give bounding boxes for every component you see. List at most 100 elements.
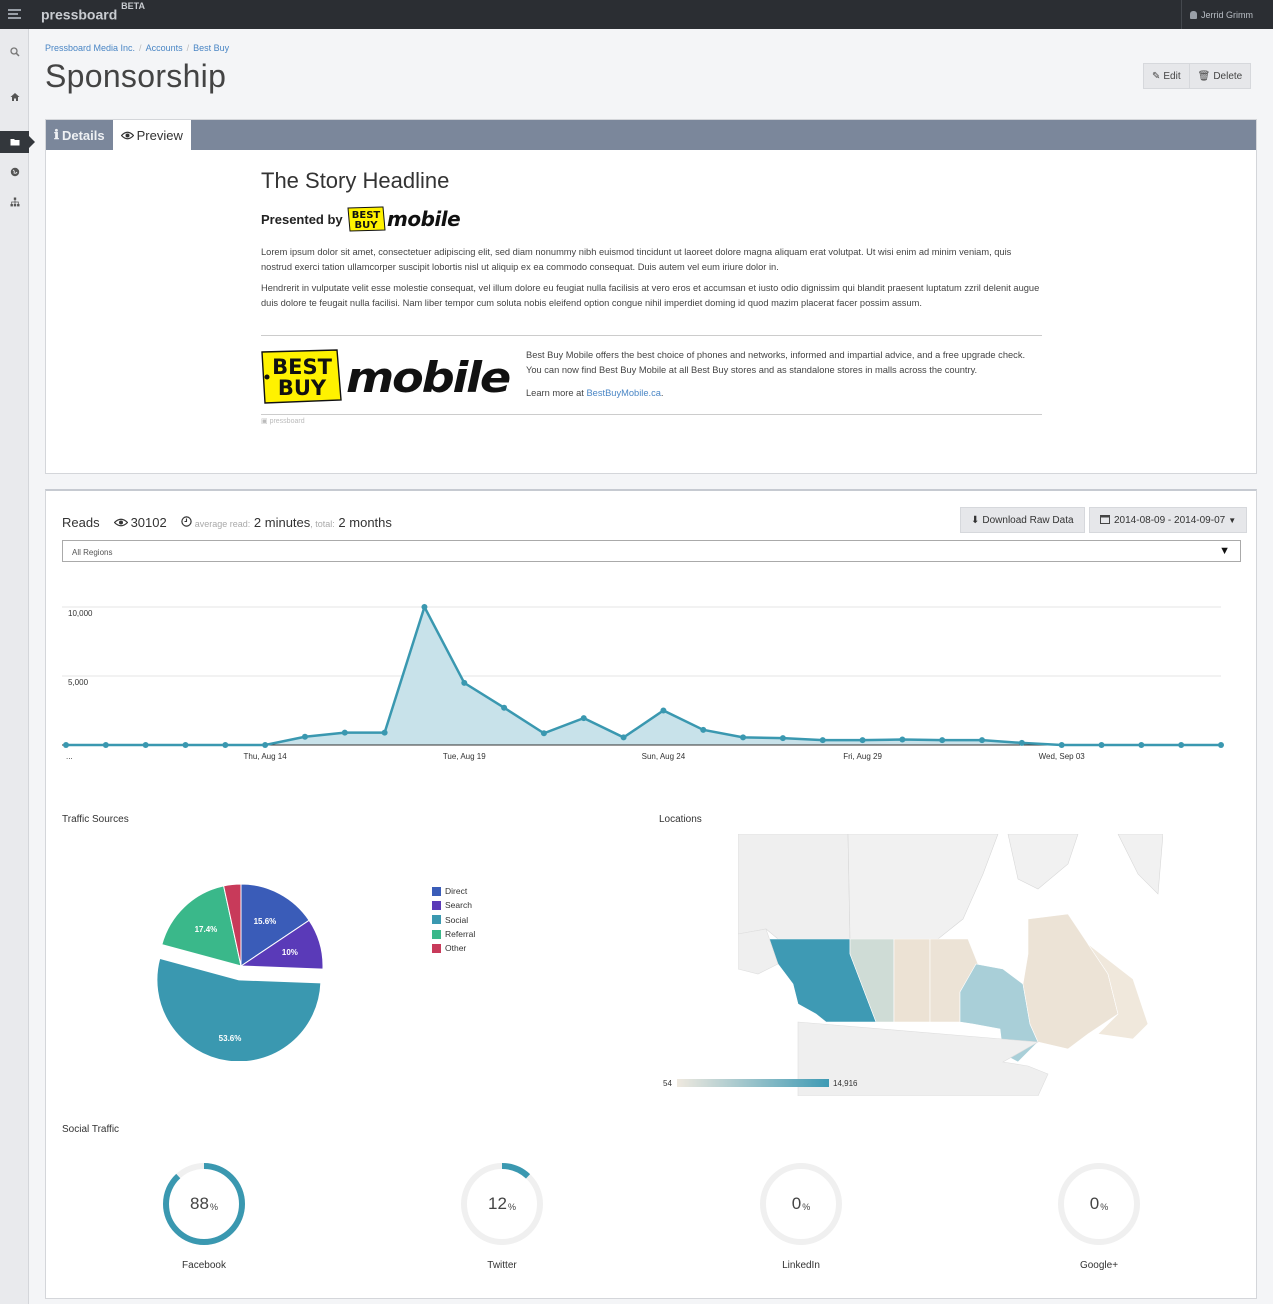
sidebar-item-globe[interactable] (0, 161, 29, 183)
social-facebook: 88% Facebook (159, 1161, 249, 1271)
legend-label: Search (445, 900, 472, 911)
sidebar-item-search[interactable] (0, 41, 29, 63)
beta-badge: BETA (121, 1, 145, 11)
svg-text:BUY: BUY (278, 376, 327, 400)
y-tick-label: 5,000 (68, 678, 89, 687)
social-percent: 0% (791, 1194, 811, 1213)
pie-slice-social (156, 957, 322, 1061)
data-point (421, 604, 428, 610)
presented-by: Presented by BEST BUY mobile (261, 205, 1041, 233)
x-tick-label: Wed, Sep 03 (1039, 752, 1086, 761)
reads-label: Reads (62, 515, 100, 530)
legend-swatch (432, 886, 441, 896)
page-title: Sponsorship (45, 58, 227, 94)
data-point (580, 715, 587, 722)
eye-icon (120, 128, 134, 143)
scale-max-label: 14,916 (833, 1079, 858, 1088)
map-sask (893, 938, 931, 1023)
best-buy-mobile-logo: BEST BUY mobile (261, 349, 512, 404)
story-headline: The Story Headline (261, 168, 450, 193)
reads-chart: 5,000 10,000... Thu, Aug 14 Tue, Aug 19 Sun,… (62, 603, 1224, 761)
breadcrumb-company[interactable]: Pressboard Media Inc. (45, 43, 135, 53)
user-icon (1190, 11, 1197, 19)
data-point (341, 729, 348, 736)
color-scale-bar (677, 1079, 829, 1087)
y-tick-label: 10,000 (68, 609, 93, 618)
globe-icon (10, 167, 19, 177)
social-percent: 0% (1089, 1194, 1109, 1213)
data-point (182, 742, 189, 748)
data-point (501, 704, 508, 711)
story-preview: The Story Headline Presented by BEST BUY… (261, 168, 1041, 311)
locations-map (738, 834, 1163, 1096)
scale-min-label: 54 (663, 1079, 672, 1088)
x-tick-label: Fri, Aug 29 (843, 752, 882, 761)
delete-button[interactable]: 🗑 Delete (1189, 63, 1252, 89)
social-twitter: 12% Twitter (457, 1161, 547, 1271)
breadcrumb: Pressboard Media Inc. / Accounts / Best Buy (45, 43, 230, 53)
legend-swatch (432, 943, 441, 953)
legend-item-other: Other (432, 941, 475, 955)
sidebar-item-sitemap[interactable] (0, 191, 29, 213)
caret-down-icon: ▼ (1228, 515, 1237, 525)
tab-bar: ℹ Details Preview (46, 120, 1256, 150)
data-point (102, 742, 109, 748)
locations-title: Locations (659, 814, 702, 825)
data-point (540, 730, 547, 737)
eye-icon (113, 515, 128, 530)
social-traffic-title: Social Traffic (62, 1124, 120, 1135)
user-menu[interactable]: Jerrid Grimm (1181, 0, 1273, 29)
total-value: 2 months (338, 515, 392, 530)
sitemap-icon (10, 197, 19, 207)
trash-icon: 🗑 (1197, 70, 1211, 82)
social-linkedin: 0% LinkedIn (756, 1161, 846, 1271)
sponsor-link[interactable]: BestBuyMobile.ca (586, 388, 660, 398)
traffic-sources-legend: Direct Search Social Referral Other (432, 884, 475, 955)
social-label: Google+ (1079, 1260, 1119, 1271)
data-point (859, 737, 866, 744)
calendar-icon (1100, 514, 1110, 527)
social-ring: 0% (1056, 1161, 1142, 1247)
legend-label: Social (445, 914, 469, 925)
sidebar-item-folder[interactable] (0, 131, 35, 153)
brand-logo[interactable]: pressboard BETA (41, 1, 145, 23)
tab-preview[interactable]: Preview (112, 120, 191, 150)
data-point (1178, 742, 1185, 748)
data-point (939, 737, 946, 744)
social-label: Facebook (182, 1260, 226, 1271)
legend-item-direct: Direct (432, 884, 475, 898)
pie-label: 17.4% (195, 925, 218, 934)
svg-text:BUY: BUY (354, 220, 378, 231)
tab-details[interactable]: ℹ Details (46, 120, 113, 150)
sidebar-item-home[interactable] (0, 86, 29, 108)
data-point (381, 729, 388, 736)
social-label: LinkedIn (782, 1260, 820, 1271)
x-tick-label: Thu, Aug 14 (244, 752, 288, 761)
region-select[interactable]: All Regions ▼ (62, 540, 1241, 562)
home-icon (10, 93, 19, 101)
breadcrumb-accounts[interactable]: Accounts (146, 43, 183, 53)
top-bar: pressboard BETA Jerrid Grimm (0, 0, 1273, 29)
best-buy-mobile-logo-small: BEST BUY mobile (347, 205, 465, 233)
data-point (620, 734, 627, 741)
legend-swatch (432, 929, 441, 939)
page-actions: ✎ Edit 🗑 Delete (1143, 63, 1252, 89)
x-tick-label: ... (66, 752, 73, 761)
data-point (63, 742, 69, 748)
preview-panel: ℹ Details Preview The Story Headline Pres… (45, 119, 1257, 474)
breadcrumb-account[interactable]: Best Buy (193, 43, 229, 53)
pie-label: 53.6% (219, 1034, 242, 1043)
pressboard-watermark: ▣ pressboard (261, 418, 305, 425)
edit-button[interactable]: ✎ Edit (1143, 63, 1190, 89)
hamburger-menu-icon[interactable] (8, 9, 21, 21)
social-ring: 12% (459, 1161, 545, 1247)
date-range-picker[interactable]: 2014-08-09 - 2014-09-07 ▼ (1089, 507, 1248, 533)
svg-text:mobile: mobile (387, 207, 460, 231)
data-point (1098, 742, 1105, 748)
download-raw-data-button[interactable]: ⬇ Download Raw Data (960, 507, 1085, 533)
search-icon (9, 47, 20, 57)
data-point (222, 742, 229, 748)
average-read-value: 2 minutes (253, 515, 311, 530)
data-point (819, 737, 826, 744)
legend-swatch (432, 900, 441, 910)
